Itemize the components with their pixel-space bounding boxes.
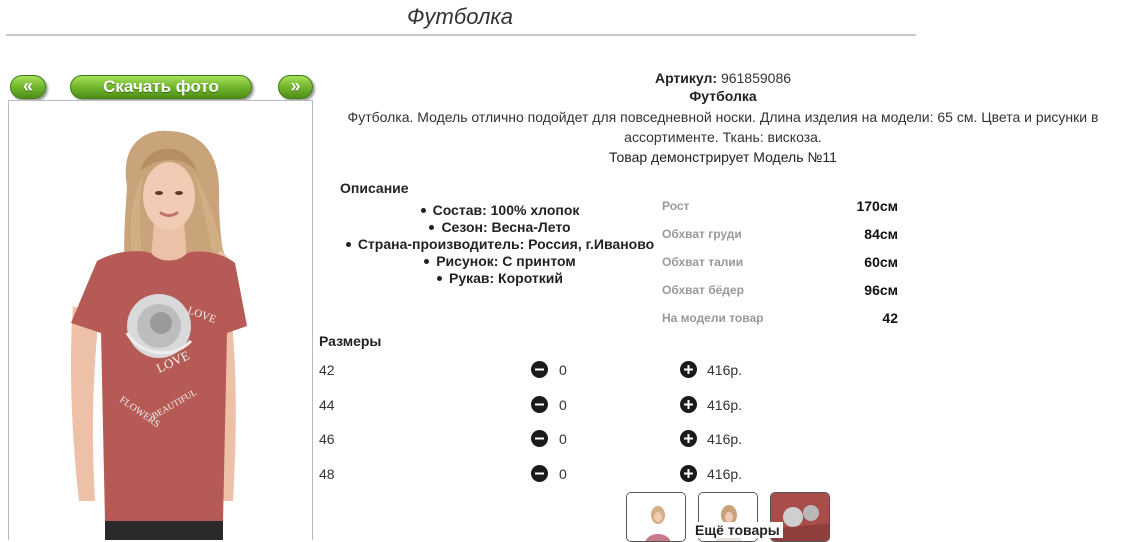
measurement-value: 170см — [856, 198, 898, 214]
measurement-row: Обхват бёдер 96см — [662, 276, 898, 304]
size-value: 44 — [319, 397, 335, 413]
measurement-row: Рост 170см — [662, 192, 898, 220]
article-line: Артикул: 961859086 — [318, 69, 1128, 87]
plus-icon[interactable] — [680, 465, 697, 482]
minus-icon[interactable] — [531, 361, 548, 378]
size-row: 44 0 416р. — [319, 395, 779, 415]
model-note: Товар демонстрирует Модель №11 — [609, 149, 837, 165]
quantity-value: 0 — [559, 362, 567, 378]
price-value: 416р. — [707, 397, 743, 413]
feature-item: Сезон: Весна-Лето — [340, 219, 660, 236]
more-products-heading: Ещё товары — [692, 522, 783, 538]
feature-item: Рисунок: С принтом — [340, 253, 660, 270]
product-description: Футболка. Модель отлично подойдет для по… — [347, 109, 1099, 145]
plus-icon[interactable] — [680, 396, 697, 413]
measurement-label: Обхват бёдер — [662, 283, 744, 297]
article-label: Артикул: — [654, 70, 718, 86]
price-value: 416р. — [707, 431, 743, 447]
measurement-label: Рост — [662, 199, 690, 213]
measurement-label: На модели товар — [662, 311, 764, 325]
next-photo-button[interactable]: » — [278, 75, 313, 99]
quantity-value: 0 — [559, 397, 567, 413]
price-value: 416р. — [707, 362, 743, 378]
prev-photo-button[interactable]: « — [10, 75, 46, 99]
size-row: 46 0 416р. — [319, 429, 779, 449]
product-info: Артикул: 961859086 Футболка Футболка. Мо… — [318, 69, 1128, 167]
measurement-label: Обхват груди — [662, 227, 742, 241]
size-row: 42 0 416р. — [319, 360, 779, 380]
article-value: 961859086 — [720, 70, 792, 86]
size-value: 46 — [319, 431, 335, 447]
title-divider — [6, 34, 916, 36]
minus-icon[interactable] — [531, 396, 548, 413]
thumbnail-1[interactable] — [626, 492, 686, 542]
price-value: 416р. — [707, 466, 743, 482]
minus-icon[interactable] — [531, 465, 548, 482]
measurement-row: Обхват груди 84см — [662, 220, 898, 248]
model-measurements: Рост 170см Обхват груди 84см Обхват тали… — [662, 192, 898, 332]
measurement-value: 42 — [882, 310, 898, 326]
measurement-value: 60см — [864, 254, 898, 270]
page-title: Футболка — [407, 4, 513, 29]
minus-icon[interactable] — [531, 430, 548, 447]
sizes-heading: Размеры — [319, 333, 382, 349]
plus-icon[interactable] — [680, 430, 697, 447]
size-value: 48 — [319, 466, 335, 482]
quantity-value: 0 — [559, 431, 567, 447]
quantity-value: 0 — [559, 466, 567, 482]
feature-item: Рукав: Короткий — [340, 270, 660, 287]
product-photo[interactable]: LOVE LOVE FLOWERS BEAUTIFUL — [8, 100, 313, 540]
product-name: Футболка — [689, 88, 757, 104]
features-list: Состав: 100% хлопок Сезон: Весна-Лето Ст… — [340, 202, 660, 287]
measurement-label: Обхват талии — [662, 255, 744, 269]
feature-item: Страна-производитель: Россия, г.Иваново — [340, 236, 660, 253]
size-row: 48 0 416р. — [319, 464, 779, 484]
size-value: 42 — [319, 362, 335, 378]
measurement-value: 84см — [864, 226, 898, 242]
features-heading: Описание — [340, 180, 409, 196]
download-photo-button[interactable]: Скачать фото — [70, 75, 252, 99]
plus-icon[interactable] — [680, 361, 697, 378]
measurement-value: 96см — [864, 282, 898, 298]
feature-item: Состав: 100% хлопок — [340, 202, 660, 219]
measurement-row: На модели товар 42 — [662, 304, 898, 332]
measurement-row: Обхват талии 60см — [662, 248, 898, 276]
